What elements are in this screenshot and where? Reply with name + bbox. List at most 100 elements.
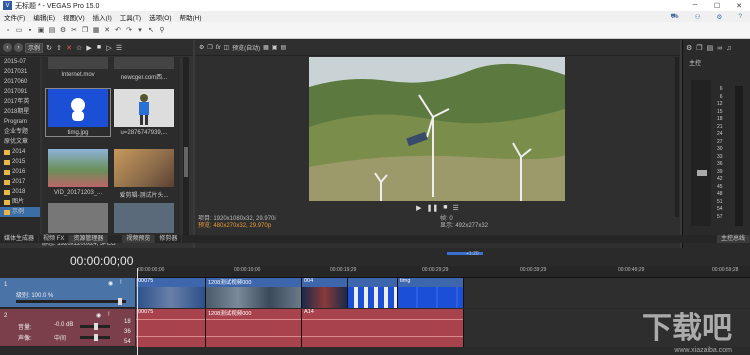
media-item-selected[interactable]: timg.jpg: [45, 88, 111, 137]
menu-edit[interactable]: 编辑(E): [29, 12, 59, 22]
tree-folder[interactable]: 2017: [0, 177, 40, 187]
audio-clip[interactable]: 1208测试视频000: [206, 309, 302, 347]
media-item[interactable]: newcger.com西...: [112, 57, 176, 81]
stop-icon[interactable]: ■: [95, 44, 103, 52]
redo-icon[interactable]: ↷: [125, 26, 133, 34]
stop-icon[interactable]: ■: [443, 204, 447, 214]
menu-help[interactable]: 帮助(H): [176, 12, 206, 22]
video-clip[interactable]: timg: [398, 278, 464, 308]
minimize-button[interactable]: ─: [684, 0, 706, 11]
tab-video-preview[interactable]: 视频预览: [122, 235, 156, 243]
video-clip[interactable]: 004: [302, 278, 348, 308]
snapshot-icon[interactable]: ▣: [272, 44, 278, 51]
tab-video-fx[interactable]: 视频 FX: [39, 235, 70, 243]
edit-tool-icon[interactable]: ↖: [147, 26, 155, 34]
loop-bar[interactable]: +1:20: [136, 250, 750, 257]
tree-item[interactable]: 2018期星: [0, 107, 40, 117]
copy-icon[interactable]: ❐: [696, 44, 702, 52]
shop-icon[interactable]: ⛟: [667, 12, 683, 21]
maximize-button[interactable]: ☐: [706, 0, 728, 11]
volume-slider[interactable]: [80, 323, 110, 330]
video-clip[interactable]: 1208测试视频000: [206, 278, 302, 308]
delete-icon[interactable]: ✕: [103, 26, 111, 34]
tab-trimmer[interactable]: 修剪器: [155, 235, 183, 243]
solo-icon[interactable]: !: [120, 280, 122, 286]
menu-icon[interactable]: ☰: [453, 204, 459, 214]
help-icon[interactable]: ?: [734, 13, 746, 20]
explorer-scrollbar[interactable]: [183, 57, 189, 237]
tree-item[interactable]: 2017060: [0, 77, 40, 87]
time-ruler[interactable]: 00:00:00;00 00:00:10;00 00:00:19;29 00:0…: [136, 266, 750, 278]
people-icon[interactable]: ⚇: [691, 13, 705, 21]
tree-item[interactable]: 2017年英: [0, 97, 40, 107]
split-screen-icon[interactable]: ◫: [223, 44, 229, 51]
quality-select[interactable]: 预览(自动): [232, 43, 260, 52]
settings-icon[interactable]: ⚙: [686, 44, 692, 52]
tab-media-generators[interactable]: 媒体生成器: [0, 235, 40, 243]
tree-item[interactable]: 2015-07: [0, 57, 40, 67]
tree-item[interactable]: 企业专题: [0, 127, 40, 137]
master-fader[interactable]: [697, 170, 707, 176]
video-clip[interactable]: [348, 278, 398, 308]
save-as-icon[interactable]: ▣: [37, 26, 45, 34]
solo-icon[interactable]: !: [108, 312, 110, 318]
properties-icon[interactable]: ⚙: [59, 26, 67, 34]
slider-handle[interactable]: [118, 298, 122, 305]
tree-item[interactable]: 2017091: [0, 87, 40, 97]
autopreview-icon[interactable]: ▷: [105, 44, 113, 52]
close-button[interactable]: ✕: [728, 0, 750, 11]
new-project-icon[interactable]: ▫: [4, 26, 12, 34]
tree-folder[interactable]: 2018: [0, 187, 40, 197]
settings-icon[interactable]: ⚙: [199, 44, 204, 51]
copy-icon[interactable]: ❐: [81, 26, 89, 34]
tab-master-bus[interactable]: 主控总线: [716, 235, 750, 243]
settings-icon[interactable]: ⚙: [713, 13, 727, 21]
view-icon[interactable]: ☰: [115, 44, 123, 52]
media-item[interactable]: 爱剪辑-测试片头...: [112, 149, 176, 199]
insert-bus-icon[interactable]: ▤: [707, 44, 714, 52]
copy-icon[interactable]: ❐: [207, 44, 212, 51]
tree-item[interactable]: Program: [0, 117, 40, 127]
refresh-icon[interactable]: ↻: [45, 44, 53, 52]
slider-handle[interactable]: [94, 323, 98, 330]
up-folder-icon[interactable]: ⇧: [55, 44, 63, 52]
overlay-icon[interactable]: ▦: [263, 44, 269, 51]
pan-slider[interactable]: [80, 334, 110, 341]
tree-folder[interactable]: 2015: [0, 157, 40, 167]
media-item[interactable]: VID_20171203_...: [46, 149, 110, 196]
tree-item[interactable]: 原优文章: [0, 137, 40, 147]
play-icon[interactable]: ▶: [85, 44, 93, 52]
media-item[interactable]: [46, 203, 110, 236]
master-fader-track[interactable]: [691, 80, 711, 226]
audio-clip[interactable]: A14: [302, 309, 464, 347]
tree-folder[interactable]: 2016: [0, 167, 40, 177]
paste-icon[interactable]: ▦: [92, 26, 100, 34]
link-icon[interactable]: ∞: [717, 45, 722, 52]
menu-file[interactable]: 文件(F): [0, 12, 29, 22]
preview-scrollbar[interactable]: [675, 57, 679, 217]
media-item[interactable]: Internet.mov: [46, 57, 110, 78]
undo-icon[interactable]: ↶: [114, 26, 122, 34]
save-snapshot-icon[interactable]: ▤: [280, 44, 286, 51]
menu-tools[interactable]: 工具(T): [116, 12, 145, 22]
delete-icon[interactable]: ✕: [65, 44, 73, 52]
mute-icon[interactable]: ◉: [108, 280, 113, 287]
explorer-path-select[interactable]: 示例: [25, 42, 44, 53]
menu-options[interactable]: 选项(O): [145, 12, 175, 22]
tree-item[interactable]: 2017031: [0, 67, 40, 77]
snap-icon[interactable]: ⚲: [158, 26, 166, 34]
audio-track-header[interactable]: 2 音量: -0.0 dB 声像: 中间 18 36 54 ◉ !: [0, 309, 135, 347]
mute-icon[interactable]: ◉: [96, 312, 101, 319]
tree-folder-selected[interactable]: 示例: [0, 207, 40, 217]
tree-folder[interactable]: 2014: [0, 147, 40, 157]
video-track-header[interactable]: 1 级别: 100.0 % ◉ !: [0, 278, 135, 308]
back-icon[interactable]: ‹: [3, 43, 12, 52]
tab-explorer[interactable]: 资源管理器: [69, 235, 109, 243]
audio-clip[interactable]: 00075: [136, 309, 206, 347]
media-item[interactable]: u=2876747939,...: [112, 89, 176, 136]
forward-icon[interactable]: ›: [14, 43, 23, 52]
pause-icon[interactable]: ❚❚: [427, 204, 439, 214]
render-icon[interactable]: ▤: [48, 26, 56, 34]
playhead[interactable]: [137, 268, 138, 355]
media-item[interactable]: [112, 203, 176, 236]
